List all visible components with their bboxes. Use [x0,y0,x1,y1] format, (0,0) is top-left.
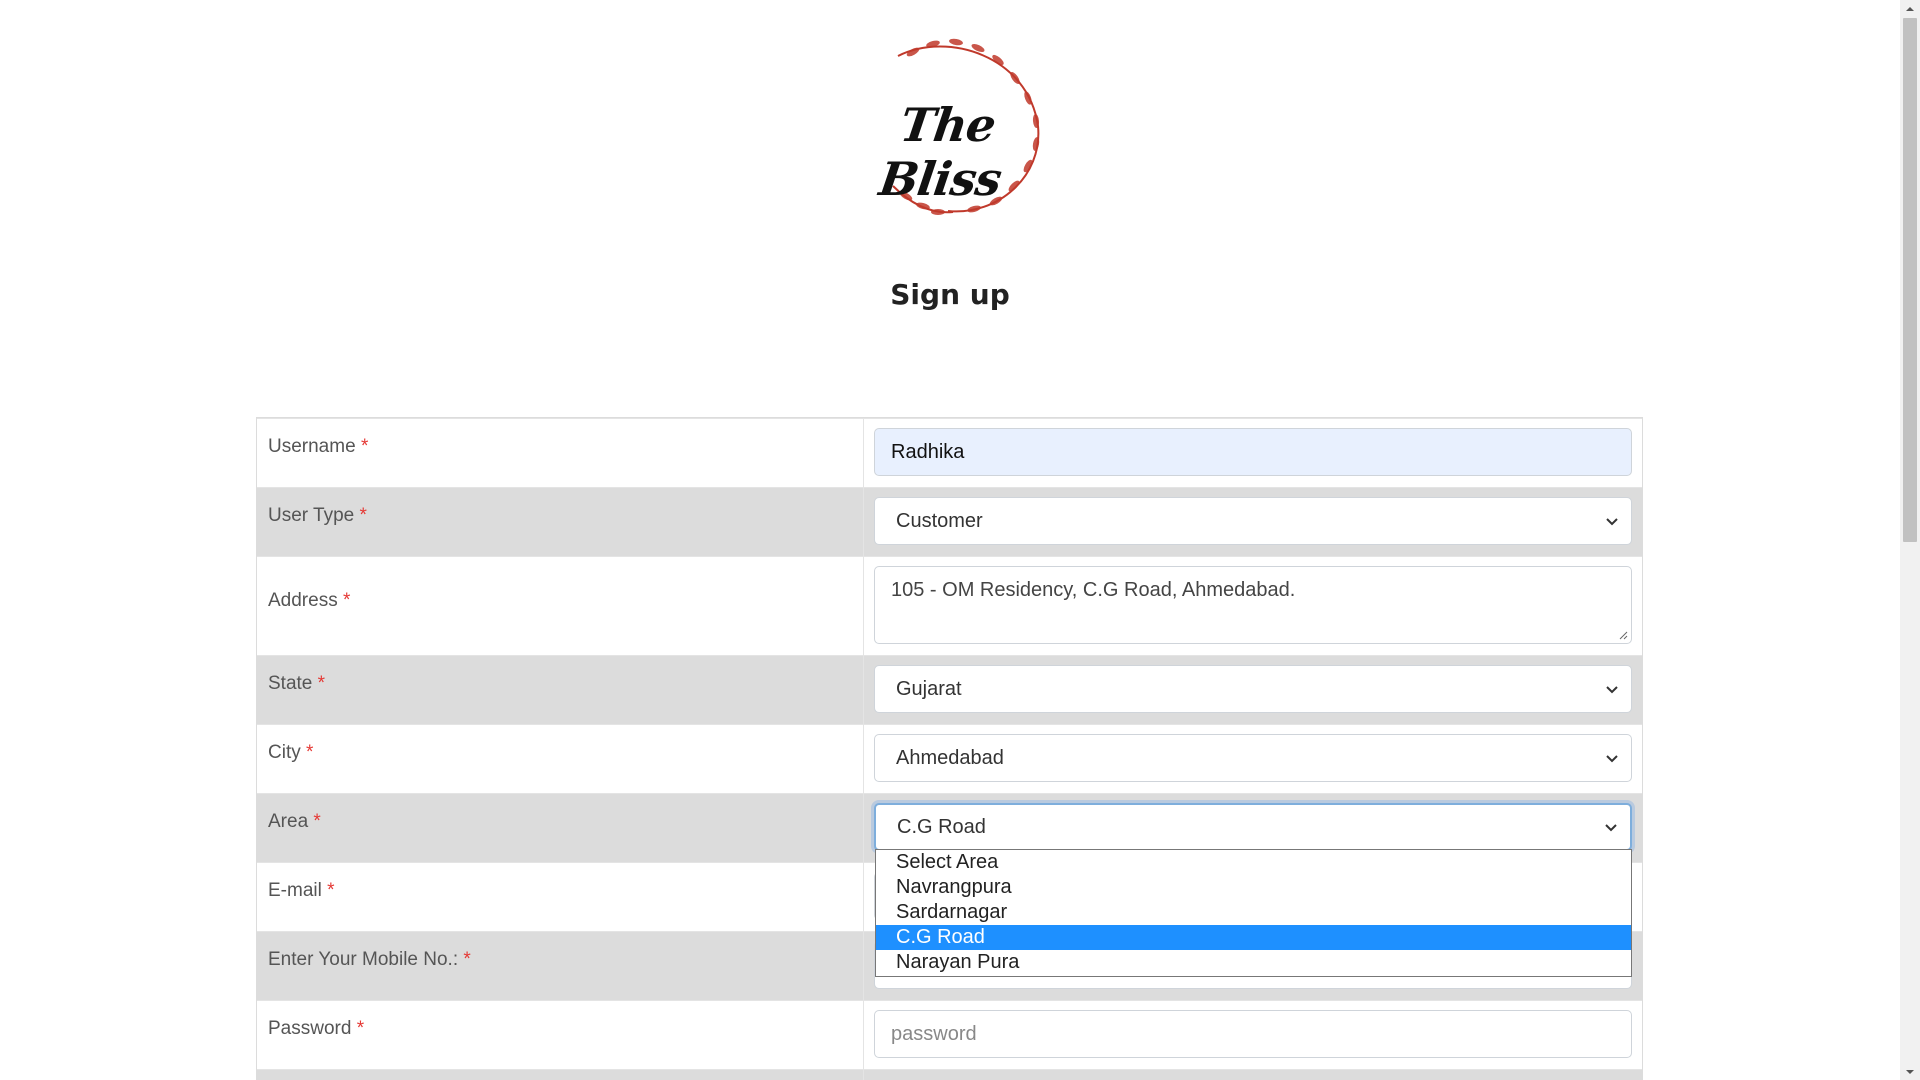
user-type-row: User Type * Customer [257,487,1642,556]
username-row: Username * Radhika [257,418,1642,487]
vertical-scrollbar[interactable] [1900,0,1920,1080]
password-row: Password * password [257,1000,1642,1069]
address-label: Address * [257,557,864,655]
area-option[interactable]: Select Area [876,850,1631,875]
chevron-down-icon [1605,824,1617,832]
address-textarea[interactable]: 105 - OM Residency, C.G Road, Ahmedabad. [874,566,1632,644]
scroll-up-arrow-icon[interactable] [1900,0,1920,17]
password-label: Password * [257,1001,864,1069]
signup-form: Username * Radhika User Type * Customer … [256,417,1643,1080]
resize-grip-icon[interactable] [1618,630,1628,640]
state-row: State * Gujarat [257,655,1642,724]
logo: The Bliss [838,36,1048,222]
chevron-down-icon [1606,518,1618,526]
area-label: Area * [257,794,864,862]
scroll-down-arrow-icon[interactable] [1900,1063,1920,1080]
state-label: State * [257,656,864,724]
password-input[interactable]: password [874,1010,1632,1058]
address-row: Address * 105 - OM Residency, C.G Road, … [257,556,1642,655]
city-select[interactable]: Ahmedabad [874,734,1632,782]
area-select[interactable]: C.G Road [874,803,1632,851]
city-label: City * [257,725,864,793]
chevron-down-icon [1606,755,1618,763]
scrollbar-thumb[interactable] [1903,18,1917,542]
email-label: E-mail * [257,863,864,931]
city-row: City * Ahmedabad [257,724,1642,793]
username-label: Username * [257,419,864,487]
state-select[interactable]: Gujarat [874,665,1632,713]
area-option[interactable]: Navrangpura [876,875,1631,900]
chevron-down-icon [1606,686,1618,694]
next-row [257,1069,1642,1080]
logo-text: The Bliss [876,98,1005,206]
area-dropdown-list: Select Area Navrangpura Sardarnagar C.G … [875,849,1632,977]
area-option[interactable]: Narayan Pura [876,950,1631,975]
mobile-label: Enter Your Mobile No.: * [257,932,864,1000]
user-type-label: User Type * [257,488,864,556]
page-title: Sign up [890,278,1010,311]
username-input[interactable]: Radhika [874,428,1632,476]
area-option-selected[interactable]: C.G Road [876,925,1631,950]
area-option[interactable]: Sardarnagar [876,900,1631,925]
user-type-select[interactable]: Customer [874,497,1632,545]
